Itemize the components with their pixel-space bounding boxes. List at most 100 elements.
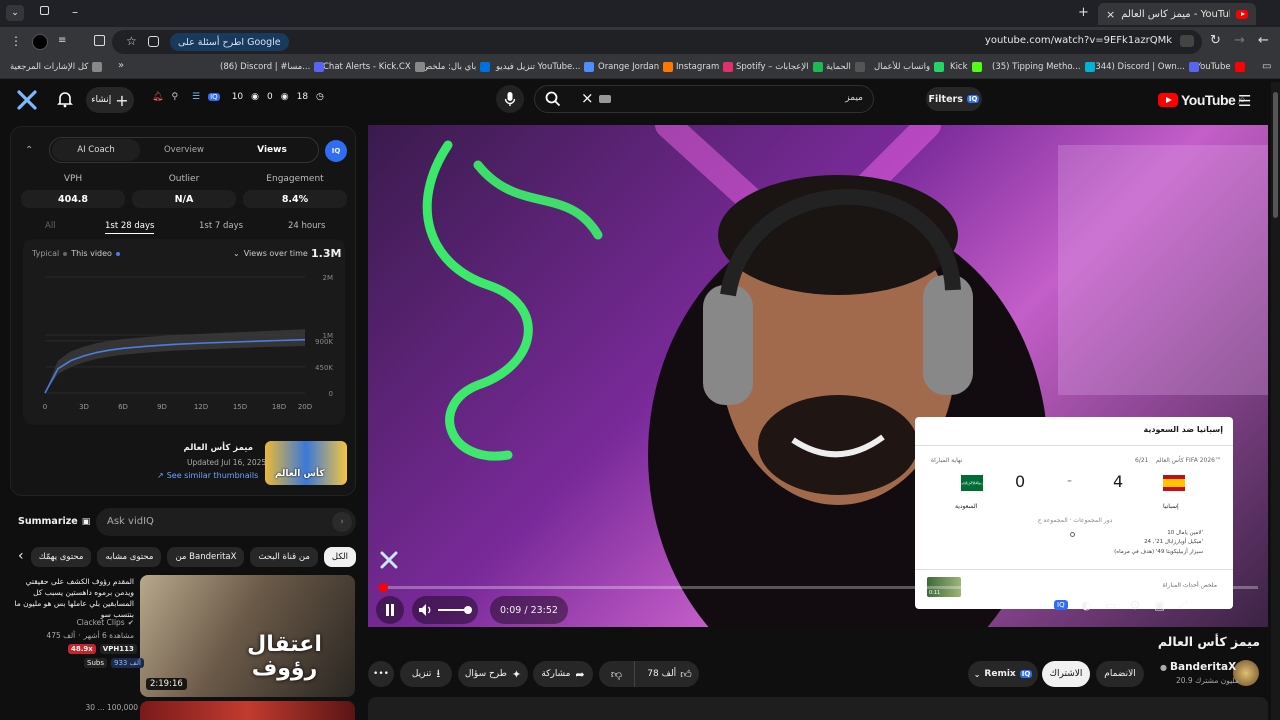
sidebar-channel[interactable]: Clacket Clips ✔: [40, 618, 134, 627]
sidebar-video-thumbnail[interactable]: اعتقال رؤوف 2:19:16: [140, 575, 355, 697]
sidebar-video-title[interactable]: المقدم رؤوف الكشف على حقيقتي ويدمن برموه…: [6, 577, 134, 621]
bookmark-item[interactable]: Kick: [950, 62, 982, 72]
remix-button[interactable]: ⌄ Remix IQ: [968, 661, 1038, 687]
bookmark-star-icon[interactable]: ☆: [126, 34, 137, 48]
join-button[interactable]: الانضمام: [1096, 661, 1144, 687]
bookmarks-overflow-icon[interactable]: »: [118, 60, 124, 71]
clear-search-icon[interactable]: ×: [581, 89, 594, 107]
download-button[interactable]: تنزيل ⭳: [400, 661, 452, 687]
autoplay-toggle-icon[interactable]: ◐: [1082, 599, 1092, 612]
search-icon[interactable]: [545, 91, 561, 107]
new-tab-icon[interactable]: +: [1078, 5, 1089, 20]
keyboard-icon[interactable]: [599, 95, 611, 103]
page-scrollbar[interactable]: [1271, 82, 1280, 720]
google-ask-chip[interactable]: اطرح أسئلة على Google: [170, 33, 289, 51]
vidiq-player-icon[interactable]: IQ: [1054, 600, 1068, 610]
share-button[interactable]: مشاركة ➦: [533, 661, 593, 687]
guide-menu-icon[interactable]: ☰: [1238, 92, 1251, 110]
subscribe-button[interactable]: الاشتراك: [1042, 661, 1090, 687]
tab-views[interactable]: Views: [228, 145, 316, 155]
chips-prev-icon[interactable]: ‹: [18, 548, 24, 564]
chip-similar[interactable]: محتوى مشابه: [97, 547, 162, 567]
volume-control[interactable]: [412, 596, 478, 624]
views-over-time-dropdown[interactable]: ⌄ Views over time: [233, 249, 308, 258]
tab-share-icon[interactable]: [148, 36, 159, 47]
chip-for-you[interactable]: محتوى يهمّك: [30, 547, 92, 567]
bookmark-item[interactable]: باي بال: ملخص: [422, 62, 491, 72]
site-info-icon[interactable]: [1180, 35, 1194, 47]
chip-all[interactable]: الكل: [323, 547, 356, 567]
more-actions-button[interactable]: •••: [368, 661, 394, 687]
volume-knob[interactable]: [464, 606, 472, 614]
subtitles-icon[interactable]: ▭: [1105, 599, 1115, 612]
bookmark-item[interactable]: YouTube: [1196, 62, 1245, 72]
bookmark-item[interactable]: الحماية: [826, 62, 865, 72]
bookmark-item[interactable]: واتساب للأعمال: [874, 62, 945, 72]
notifications-bell-icon[interactable]: [56, 90, 74, 108]
send-icon[interactable]: ›: [332, 512, 352, 532]
ask-button[interactable]: طرح سؤال ✦: [458, 661, 528, 687]
video-player[interactable]: إسبانيا ضد السعودية كأس العالم FIFA 2026…: [368, 125, 1268, 627]
scrollbar-thumb[interactable]: [1273, 92, 1278, 218]
fullscreen-icon[interactable]: ⤢: [1179, 598, 1188, 612]
chip-from-channel[interactable]: من BanderitaX: [167, 547, 245, 567]
youtube-logo[interactable]: YouTube JO: [1158, 92, 1245, 108]
progress-bar[interactable]: [378, 583, 1258, 592]
search-box[interactable]: × ميمز: [534, 85, 874, 113]
collapse-chevron-icon[interactable]: ⌃: [25, 145, 33, 156]
ask-vidiq-input[interactable]: Ask vidIQ ›: [96, 508, 356, 536]
vidiq-logo-icon[interactable]: [16, 89, 38, 111]
filters-button[interactable]: Filters IQ: [926, 87, 982, 111]
bookmark-item[interactable]: (35) Tipping Metho...: [992, 62, 1095, 72]
miniplayer-icon[interactable]: ▣: [1154, 599, 1164, 612]
tab-search-icon[interactable]: ⌄: [6, 5, 24, 21]
next-sidebar-thumbnail[interactable]: [140, 701, 355, 720]
channel-name[interactable]: ● BanderitaX: [1160, 661, 1236, 673]
range-tab-all[interactable]: All: [45, 221, 56, 231]
like-button[interactable]: 78 ألف 👍︎: [640, 661, 699, 687]
back-icon[interactable]: ←: [1258, 33, 1269, 48]
alert-icon[interactable]: 🔔︎: [152, 92, 163, 102]
search-input[interactable]: ميمز: [845, 93, 863, 103]
vidiq-badge-icon[interactable]: IQ: [325, 140, 347, 162]
browser-tab-strip: ⌄ × ميمز كأس العالم - YouTube + – ×: [0, 0, 1280, 27]
pause-button[interactable]: [376, 596, 404, 624]
profile-avatar[interactable]: [32, 34, 48, 50]
forward-icon[interactable]: →: [1234, 33, 1245, 48]
range-tab-7d[interactable]: 1st 7 days: [199, 221, 243, 231]
close-tab-icon[interactable]: ×: [1106, 8, 1115, 21]
extensions-icon[interactable]: [94, 35, 105, 46]
bookmark-item[interactable]: Chat Alerts - Kick.CX: [323, 62, 425, 72]
bookmark-item[interactable]: Orange Jordan: [598, 62, 674, 72]
tab-ai-coach[interactable]: AI Coach: [52, 139, 140, 161]
browser-tab-active[interactable]: × ميمز كأس العالم - YouTube: [1098, 3, 1256, 25]
tab-overview[interactable]: Overview: [140, 145, 228, 155]
video-thumbnail[interactable]: كأس العالم: [265, 441, 347, 485]
settings-gear-icon[interactable]: ⚙: [1130, 598, 1141, 612]
maximize-icon[interactable]: [40, 6, 49, 15]
minimize-icon[interactable]: –: [72, 5, 78, 19]
summarize-button[interactable]: Summarize ▣: [18, 516, 90, 527]
address-bar[interactable]: ☆ اطرح أسئلة على Google youtube.com/watc…: [112, 30, 1202, 54]
bookmark-item[interactable]: Instagram: [676, 62, 734, 72]
browser-menu-icon[interactable]: ⋮: [10, 34, 22, 48]
match-score-card[interactable]: إسبانيا ضد السعودية كأس العالم FIFA 2026…: [915, 417, 1233, 609]
bookmark-item[interactable]: (344) Discord | Own...: [1092, 62, 1199, 72]
voice-search-button[interactable]: [496, 85, 524, 113]
bookmark-item[interactable]: كل الإشارات المرجعية: [10, 62, 103, 72]
chip-search-source[interactable]: من قناة البحث: [250, 547, 318, 567]
bookmark-folder-icon[interactable]: ▭: [1262, 61, 1271, 72]
dislike-button[interactable]: 👎︎: [599, 661, 635, 687]
see-similar-link[interactable]: ↗ See similar thumbnails: [157, 471, 258, 480]
create-button[interactable]: إنشاء +: [86, 87, 134, 113]
list-icon[interactable]: ☰: [192, 92, 200, 102]
reload-icon[interactable]: ↻: [1210, 33, 1221, 48]
description-box[interactable]: [368, 697, 1268, 720]
range-tab-28d[interactable]: 1st 28 days: [105, 221, 155, 234]
bookmark-label: الحماية: [826, 62, 851, 72]
bookmark-item[interactable]: Spotify – الإعجابات: [736, 62, 823, 72]
bookmark-item[interactable]: تنزيل فيديو YouTube...: [496, 62, 595, 72]
customize-icon[interactable]: ≡: [58, 35, 66, 46]
bookmark-item[interactable]: (86) Discord | #مسا...: [220, 62, 325, 72]
range-tab-24h[interactable]: 24 hours: [288, 221, 325, 231]
